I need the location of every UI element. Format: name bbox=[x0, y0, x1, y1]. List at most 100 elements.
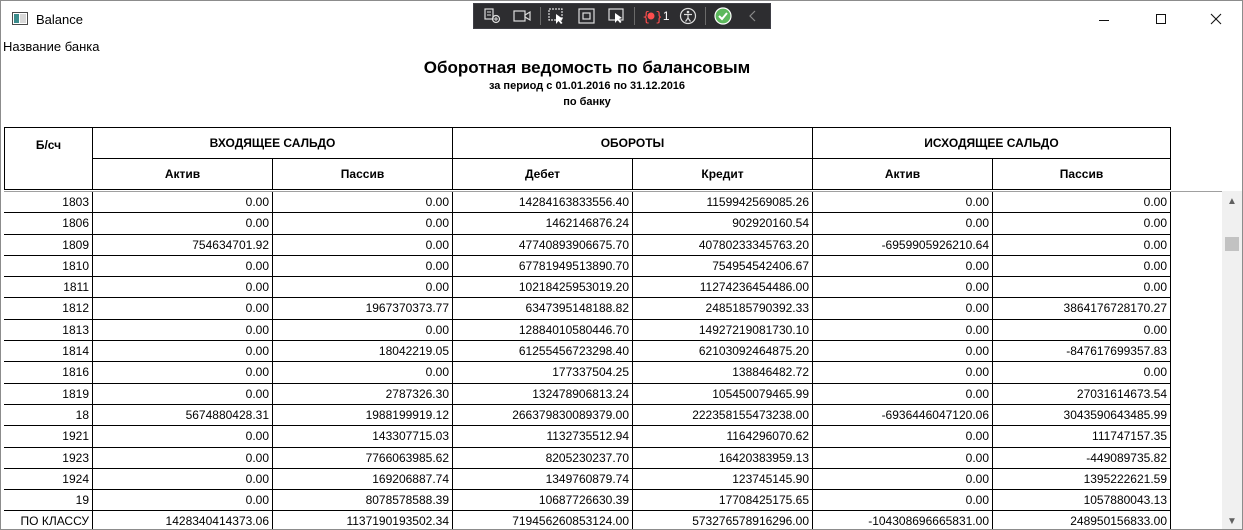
account-cell[interactable]: 1923 bbox=[4, 447, 93, 469]
amount-cell[interactable]: 0.00 bbox=[93, 192, 273, 214]
select-element-icon[interactable] bbox=[545, 5, 570, 27]
amount-cell[interactable]: 248950156833.00 bbox=[993, 511, 1171, 529]
amount-cell[interactable]: 0.00 bbox=[93, 341, 273, 363]
account-cell[interactable]: 1809 bbox=[4, 234, 93, 256]
accessibility-icon[interactable] bbox=[676, 5, 701, 27]
header-opening-passive[interactable]: Пассив bbox=[272, 158, 453, 190]
account-cell[interactable]: 1812 bbox=[4, 298, 93, 320]
amount-cell[interactable]: 10687726630.39 bbox=[453, 490, 633, 512]
amount-cell[interactable]: 1967370373.77 bbox=[273, 298, 453, 320]
account-cell[interactable]: 1924 bbox=[4, 468, 93, 491]
account-cell[interactable]: 1810 bbox=[4, 255, 93, 278]
vertical-scrollbar[interactable]: ▲ ▼ bbox=[1222, 191, 1242, 529]
amount-cell[interactable]: 0.00 bbox=[993, 213, 1171, 235]
amount-cell[interactable]: 0.00 bbox=[813, 213, 993, 235]
amount-cell[interactable]: 1428340414373.06 bbox=[93, 511, 273, 529]
amount-cell[interactable]: -6936446047120.06 bbox=[813, 404, 993, 427]
amount-cell[interactable]: 0.00 bbox=[813, 298, 993, 320]
amount-cell[interactable]: 754954542406.67 bbox=[633, 255, 813, 278]
amount-cell[interactable]: 1159942569085.26 bbox=[633, 192, 813, 214]
amount-cell[interactable]: 2485185790392.33 bbox=[633, 298, 813, 320]
amount-cell[interactable]: 719456260853124.00 bbox=[453, 511, 633, 529]
amount-cell[interactable]: 11274236454486.00 bbox=[633, 277, 813, 299]
amount-cell[interactable]: 266379830089379.00 bbox=[453, 404, 633, 427]
table-row[interactable]: 1924 0.00 169206887.74 1349760879.74 1237451… bbox=[4, 468, 1222, 491]
account-cell[interactable]: 1803 bbox=[4, 192, 93, 214]
amount-cell[interactable]: 0.00 bbox=[93, 319, 273, 342]
amount-cell[interactable]: 0.00 bbox=[93, 426, 273, 448]
header-account[interactable]: Б/сч bbox=[4, 127, 93, 190]
amount-cell[interactable]: 573276578916296.00 bbox=[633, 511, 813, 529]
amount-cell[interactable]: 1395222621.59 bbox=[993, 468, 1171, 491]
amount-cell[interactable]: 47740893906675.70 bbox=[453, 234, 633, 256]
amount-cell[interactable]: 0.00 bbox=[993, 234, 1171, 256]
amount-cell[interactable]: 0.00 bbox=[813, 490, 993, 512]
balance-data-grid[interactable]: 1803 0.00 0.00 14284163833556.40 11599425690… bbox=[4, 191, 1222, 529]
amount-cell[interactable]: 132478906813.24 bbox=[453, 383, 633, 405]
amount-cell[interactable]: 3043590643485.99 bbox=[993, 404, 1171, 427]
amount-cell[interactable]: 1164296070.62 bbox=[633, 426, 813, 448]
table-row[interactable]: 1921 0.00 143307715.03 1132735512.94 1164296… bbox=[4, 426, 1222, 448]
table-row[interactable]: ПО КЛАССУ 1428340414373.06 1137190193502.3… bbox=[4, 511, 1222, 529]
live-visual-tree-icon[interactable] bbox=[480, 5, 505, 27]
amount-cell[interactable]: 1462146876.24 bbox=[453, 213, 633, 235]
title-bar[interactable]: Balance {} 1 bbox=[1, 1, 1242, 37]
amount-cell[interactable]: 123745145.90 bbox=[633, 468, 813, 491]
amount-cell[interactable]: 14284163833556.40 bbox=[453, 192, 633, 214]
collapse-toolbar-icon[interactable] bbox=[740, 5, 765, 27]
amount-cell[interactable]: 0.00 bbox=[813, 192, 993, 214]
table-row[interactable]: 1819 0.00 2787326.30 132478906813.24 1054500… bbox=[4, 383, 1222, 405]
table-row[interactable]: 1809 754634701.92 0.00 47740893906675.70 407… bbox=[4, 234, 1222, 256]
amount-cell[interactable]: 169206887.74 bbox=[273, 468, 453, 491]
display-layout-adorners-icon[interactable] bbox=[574, 5, 599, 27]
amount-cell[interactable]: 0.00 bbox=[273, 234, 453, 256]
amount-cell[interactable]: 0.00 bbox=[93, 255, 273, 278]
table-row[interactable]: 1803 0.00 0.00 14284163833556.40 11599425690… bbox=[4, 192, 1222, 214]
table-row[interactable]: 18 5674880428.31 1988199919.12 266379830089… bbox=[4, 404, 1222, 427]
amount-cell[interactable]: 0.00 bbox=[273, 192, 453, 214]
amount-cell[interactable]: 8205230237.70 bbox=[453, 447, 633, 469]
account-cell[interactable]: 1816 bbox=[4, 362, 93, 384]
amount-cell[interactable]: 5674880428.31 bbox=[93, 404, 273, 427]
amount-cell[interactable]: 0.00 bbox=[813, 319, 993, 342]
account-cell[interactable]: ПО КЛАССУ bbox=[4, 511, 93, 529]
amount-cell[interactable]: 0.00 bbox=[93, 447, 273, 469]
account-cell[interactable]: 1814 bbox=[4, 341, 93, 363]
amount-cell[interactable]: 177337504.25 bbox=[453, 362, 633, 384]
amount-cell[interactable]: 0.00 bbox=[273, 277, 453, 299]
account-cell[interactable]: 1921 bbox=[4, 426, 93, 448]
scroll-up-icon[interactable]: ▲ bbox=[1222, 191, 1242, 211]
minimize-button[interactable] bbox=[1081, 1, 1127, 37]
track-focused-element-icon[interactable] bbox=[604, 5, 629, 27]
table-row[interactable]: 1923 0.00 7766063985.62 8205230237.70 164203… bbox=[4, 447, 1222, 469]
table-row[interactable]: 1810 0.00 0.00 67781949513890.70 75495454240… bbox=[4, 255, 1222, 278]
header-closing-passive[interactable]: Пассив bbox=[992, 158, 1171, 190]
amount-cell[interactable]: 1132735512.94 bbox=[453, 426, 633, 448]
amount-cell[interactable]: 12884010580446.70 bbox=[453, 319, 633, 342]
header-closing-active[interactable]: Актив bbox=[812, 158, 993, 190]
account-cell[interactable]: 18 bbox=[4, 404, 93, 427]
amount-cell[interactable]: 0.00 bbox=[273, 255, 453, 278]
amount-cell[interactable]: 16420383959.13 bbox=[633, 447, 813, 469]
amount-cell[interactable]: 0.00 bbox=[813, 255, 993, 278]
amount-cell[interactable]: 0.00 bbox=[993, 277, 1171, 299]
amount-cell[interactable]: 0.00 bbox=[813, 426, 993, 448]
close-button[interactable] bbox=[1193, 1, 1239, 37]
amount-cell[interactable]: 0.00 bbox=[993, 319, 1171, 342]
account-cell[interactable]: 1811 bbox=[4, 277, 93, 299]
table-row[interactable]: 1811 0.00 0.00 10218425953019.20 11274236454… bbox=[4, 277, 1222, 299]
amount-cell[interactable]: 143307715.03 bbox=[273, 426, 453, 448]
scroll-down-icon[interactable]: ▼ bbox=[1222, 511, 1242, 529]
amount-cell[interactable]: 0.00 bbox=[93, 383, 273, 405]
amount-cell[interactable]: 0.00 bbox=[93, 213, 273, 235]
amount-cell[interactable]: 2787326.30 bbox=[273, 383, 453, 405]
binding-failures-icon[interactable]: {} bbox=[639, 5, 664, 27]
amount-cell[interactable]: 17708425175.65 bbox=[633, 490, 813, 512]
header-opening-active[interactable]: Актив bbox=[92, 158, 273, 190]
amount-cell[interactable]: 62103092464875.20 bbox=[633, 341, 813, 363]
amount-cell[interactable]: 138846482.72 bbox=[633, 362, 813, 384]
account-cell[interactable]: 19 bbox=[4, 490, 93, 512]
amount-cell[interactable]: 27031614673.54 bbox=[993, 383, 1171, 405]
amount-cell[interactable]: 1349760879.74 bbox=[453, 468, 633, 491]
amount-cell[interactable]: 0.00 bbox=[813, 468, 993, 491]
